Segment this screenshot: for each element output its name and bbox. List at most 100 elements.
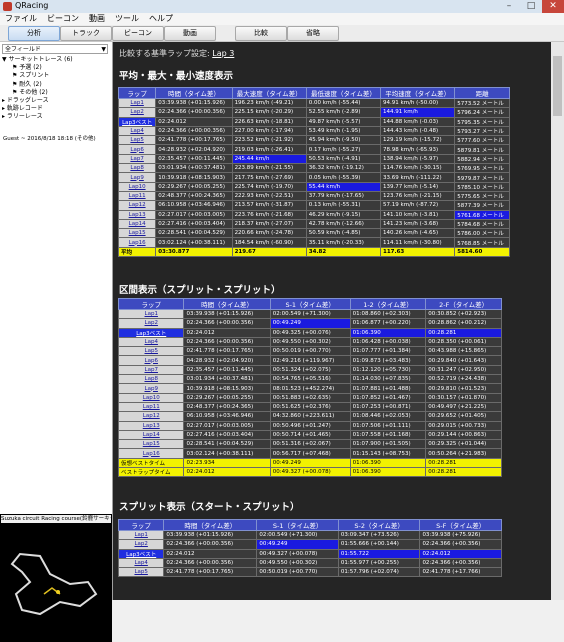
lap-link[interactable]: Lap7 <box>117 153 157 165</box>
lap-link[interactable]: Lap6 <box>117 144 157 155</box>
column-header: 最低速度（タイム差） <box>305 87 382 99</box>
table-row: Lap5 02:41.778 (+00:17.765) 00:50.019 (+00… <box>117 346 502 357</box>
table-cell: 53.49 km/h (-1.95) <box>305 125 382 137</box>
table-cell: 01:06.390 <box>349 457 427 469</box>
table-cell: 225.15 km/h (-20.29) <box>231 107 307 118</box>
best-time-row: 仮想ベストタイム 02:23.934 00:49.249 01:06.390 00:28… <box>117 457 502 469</box>
table-row: Lap11 02:48.377 (+00:24.365) 00:51.625 (+0… <box>117 401 502 413</box>
lap-link[interactable]: Lap12 <box>117 411 185 422</box>
lap-link[interactable]: Lap10 <box>117 392 185 403</box>
tree-circuit-trace[interactable]: ▼ サーキットトレース (6) <box>2 56 110 64</box>
table-cell: 00:28.350 (+00.061) <box>425 336 502 348</box>
table-row: Lap11 02:48.377 (+00:24.365) 222.93 km/h (… <box>117 190 510 202</box>
menu-file[interactable]: ファイル <box>0 13 42 25</box>
lap-link[interactable]: Lap5 <box>117 346 185 357</box>
tree-drag-race[interactable]: ▸ ドラッグレース <box>2 97 110 105</box>
track-button[interactable]: トラック <box>60 26 112 41</box>
lap-link[interactable]: Lap16 <box>117 237 157 248</box>
lap-link[interactable]: Lap3ベスト <box>117 116 157 127</box>
lap-link[interactable]: Lap1 <box>117 308 185 320</box>
lap-link[interactable]: Lap8 <box>117 374 185 385</box>
lap-link[interactable]: Lap15 <box>117 439 185 450</box>
app-icon <box>3 2 12 11</box>
video-button[interactable]: 動画 <box>164 26 216 41</box>
field-dropdown[interactable]: 全フィールド ▼ <box>2 44 108 54</box>
lap-link[interactable]: Lap4 <box>117 125 157 137</box>
tree-qualify[interactable]: ⚑ 予選 (2) <box>2 64 110 72</box>
table-cell: 06:10.958 (+03:46.946) <box>183 411 271 422</box>
table-cell: 52.55 km/h (-2.89) <box>305 107 382 118</box>
lap-link[interactable]: Lap5 <box>117 567 165 578</box>
lap-link[interactable]: Lap1 <box>117 529 165 541</box>
table-cell: 223.52 km/h (-21.92) <box>231 135 307 146</box>
table-row: Lap15 02:28.541 (+00:04.529) 00:51.316 (+0… <box>117 439 502 450</box>
maximize-button[interactable]: □ <box>520 0 542 13</box>
omit-button[interactable]: 省略 <box>287 26 339 41</box>
lap-link[interactable]: Lap1 <box>117 97 157 109</box>
table-cell: 50.59 km/h (-4.85) <box>305 228 382 239</box>
lap-link[interactable]: Lap14 <box>117 429 185 441</box>
lap-link[interactable]: Lap2 <box>117 539 165 550</box>
table-cell: 45.94 km/h (-9.50) <box>305 135 382 146</box>
lap-link[interactable]: Lap9 <box>117 383 185 394</box>
lap-link[interactable]: Lap3ベスト <box>117 327 185 338</box>
table-cell: 01:55.666 (+00.144) <box>337 539 421 550</box>
close-button[interactable]: ✕ <box>542 0 564 13</box>
lap-link[interactable]: Lap3ベスト <box>117 548 165 559</box>
table-cell: 144.91 km/h <box>380 107 456 118</box>
lap-link[interactable]: Lap6 <box>117 355 185 366</box>
table-cell: 5793.27 メートル <box>454 125 510 137</box>
lap-link[interactable]: Lap12 <box>117 200 157 211</box>
menu-video[interactable]: 動画 <box>84 13 110 25</box>
lap-link[interactable]: Lap13 <box>117 209 157 220</box>
tree-other[interactable]: ⚑ その他 (2) <box>2 89 110 97</box>
tree-endurance[interactable]: ⚑ 耐久 (2) <box>2 81 110 89</box>
table-row: Lap9 10:39.918 (+08:15.903) 217.75 km/h (-… <box>117 172 510 183</box>
analysis-button[interactable]: 分析 <box>8 26 60 41</box>
table-row: Lap8 03:01.934 (+00:37.481) 00:54.765 (+05… <box>117 374 502 385</box>
lap-link[interactable]: Lap5 <box>117 135 157 146</box>
lap-link[interactable]: Lap13 <box>117 420 185 431</box>
tree-rally-race[interactable]: ▸ ラリーレース <box>2 113 110 121</box>
reference-lap-setting: 比較する基準ラップ設定: Lap 3 <box>119 48 234 59</box>
lap-link[interactable]: Lap4 <box>117 557 165 569</box>
lap-link[interactable]: Lap16 <box>117 448 185 459</box>
lap-link[interactable]: Lap4 <box>117 336 185 348</box>
reference-lap-link[interactable]: Lap 3 <box>212 49 234 58</box>
tree-sprint[interactable]: ⚑ スプリント <box>2 72 110 80</box>
table-cell: 02:48.377 (+00:24.365) <box>183 401 271 413</box>
average-row: 平均 03:30.877 219.67 34.82 117.63 5814.60 <box>117 246 510 258</box>
table-cell: 00:30.852 (+02.923) <box>425 308 502 320</box>
lap-link[interactable]: Lap2 <box>117 107 157 118</box>
lap-link[interactable]: Lap11 <box>117 401 185 413</box>
menu-beacon[interactable]: ビーコン <box>42 13 84 25</box>
table-cell: 0.05 km/h (-55.39) <box>305 172 382 183</box>
column-header: 1-2（タイム差） <box>349 298 427 310</box>
header-row: ラップ 時間（タイム差） S-1（タイム差） S-2（タイム差） S-F（タイム差） <box>117 519 502 531</box>
speed-table: ラップ 時間（タイム差） 最大速度（タイム差） 最低速度（タイム差） 平均速度（タイム差… <box>117 87 510 258</box>
lap-link[interactable]: Lap9 <box>117 172 157 183</box>
table-cell: 01:07.253 (+00.871) <box>349 401 427 413</box>
session-entry[interactable]: Guest ~ 2016/8/18 18:18 (その他) <box>3 134 96 142</box>
compare-button[interactable]: 比較 <box>235 26 287 41</box>
beacon-button[interactable]: ビーコン <box>112 26 164 41</box>
lap-link[interactable]: Lap8 <box>117 163 157 174</box>
scrollbar-thumb[interactable] <box>553 56 562 116</box>
menu-help[interactable]: ヘルプ <box>144 13 178 25</box>
menu-tools[interactable]: ツール <box>110 13 144 25</box>
tree-track-record[interactable]: ▸ 軌跡レコード <box>2 105 110 113</box>
lap-link[interactable]: Lap15 <box>117 228 157 239</box>
minimize-button[interactable]: – <box>498 0 520 13</box>
vertical-scrollbar[interactable] <box>551 42 564 600</box>
table-cell: 5795.35 メートル <box>454 116 510 127</box>
table-cell: 00:28.281 <box>425 457 502 469</box>
lap-link[interactable]: Lap10 <box>117 181 157 192</box>
lap-link[interactable]: Lap7 <box>117 364 185 376</box>
table-cell: 46.29 km/h (-9.15) <box>305 209 382 220</box>
lap-link[interactable]: Lap14 <box>117 218 157 230</box>
table-cell: 5796.24 メートル <box>454 107 510 118</box>
lap-link[interactable]: Lap2 <box>117 318 185 329</box>
lap-link[interactable]: Lap11 <box>117 190 157 202</box>
table-cell: 94.91 km/h (-50.00) <box>380 97 456 109</box>
table-row: Lap2 02:24.366 (+00:00.356) 225.15 km/h (-… <box>117 107 510 118</box>
